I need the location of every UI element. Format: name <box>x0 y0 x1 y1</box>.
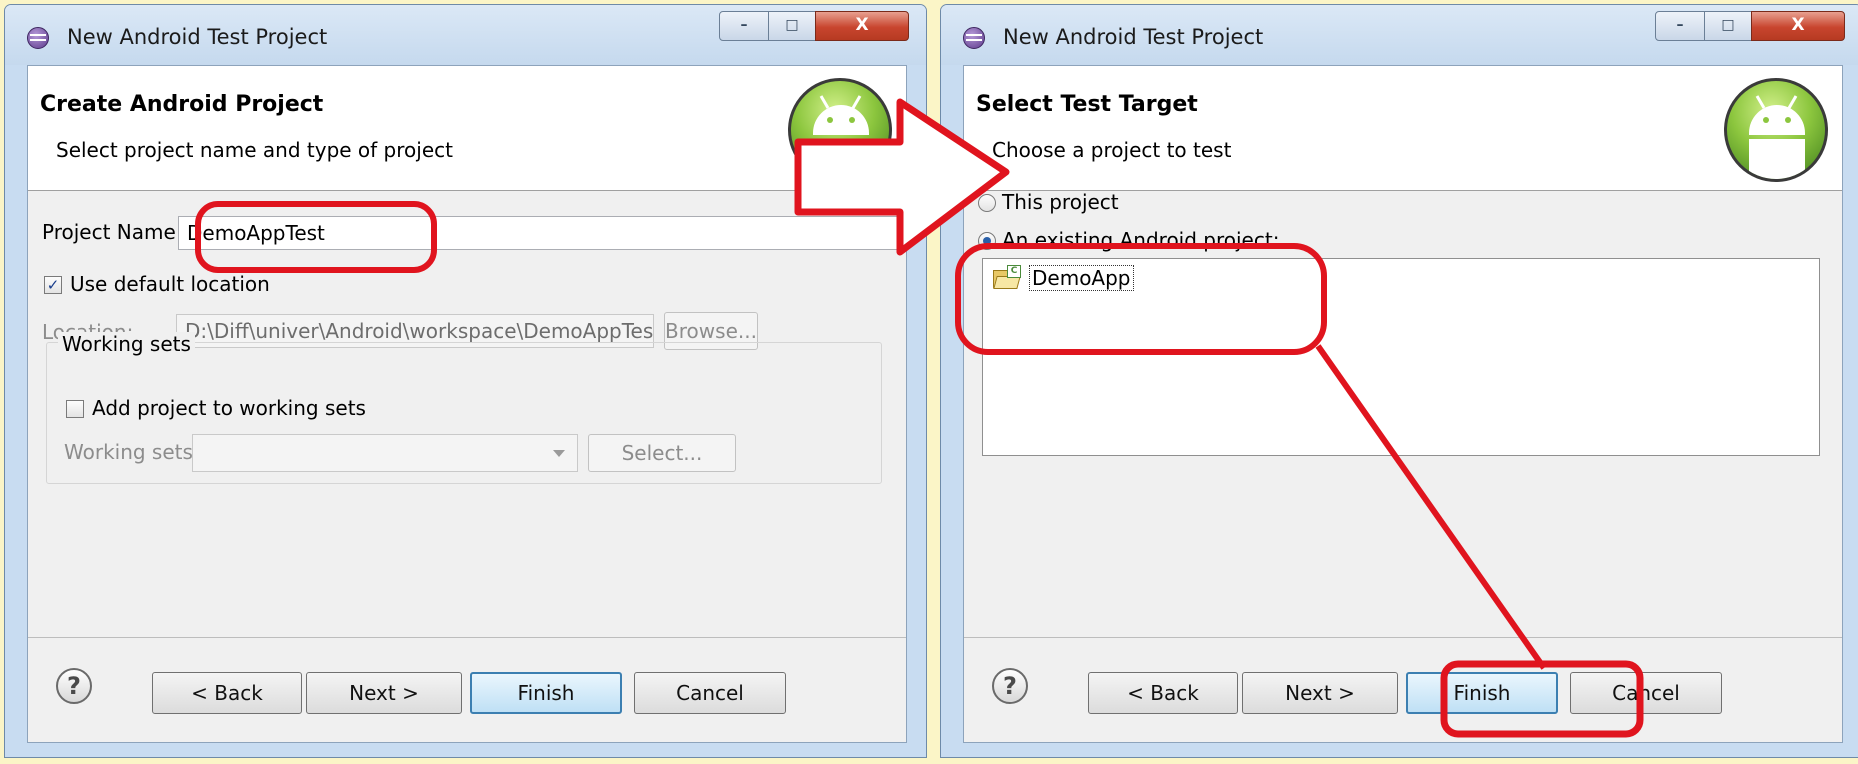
use-default-location-label: Use default location <box>70 272 270 296</box>
cancel-button[interactable]: Cancel <box>1570 672 1722 714</box>
window-title: New Android Test Project <box>1003 25 1264 49</box>
chevron-down-icon <box>553 450 565 457</box>
page-title: Create Android Project <box>40 92 324 117</box>
back-button[interactable]: < Back <box>152 672 302 714</box>
next-button[interactable]: Next > <box>1242 672 1398 714</box>
project-name-label: Project Name <box>42 220 176 244</box>
android-logo-icon <box>1724 78 1828 182</box>
minimize-button[interactable]: – <box>719 11 769 41</box>
android-project-folder-icon: C <box>993 265 1021 289</box>
this-project-radio[interactable] <box>978 194 996 212</box>
this-project-label: This project <box>1002 190 1119 214</box>
dialog-content: Select Test Target Choose a project to t… <box>963 65 1843 743</box>
cancel-button[interactable]: Cancel <box>634 672 786 714</box>
finish-button[interactable]: Finish <box>470 672 622 714</box>
maximize-button[interactable]: □ <box>768 11 816 41</box>
use-default-location-checkbox[interactable]: ✓ <box>44 276 62 294</box>
dialog-content: Create Android Project Select project na… <box>27 65 907 743</box>
select-button[interactable]: Select... <box>588 434 736 472</box>
eclipse-icon <box>963 27 985 49</box>
add-to-working-sets-label: Add project to working sets <box>92 396 366 420</box>
window-title: New Android Test Project <box>67 25 328 49</box>
list-item-label: DemoApp <box>1029 265 1134 291</box>
help-icon[interactable]: ? <box>992 668 1028 704</box>
working-sets-label: Working sets: <box>64 440 200 464</box>
android-logo-icon <box>788 78 892 182</box>
finish-button[interactable]: Finish <box>1406 672 1558 714</box>
existing-project-radio[interactable] <box>978 232 996 250</box>
title-bar[interactable]: New Android Test Project – □ X <box>941 5 1858 65</box>
working-sets-group-label: Working sets <box>58 332 195 356</box>
eclipse-icon <box>27 27 49 49</box>
next-button[interactable]: Next > <box>306 672 462 714</box>
back-button[interactable]: < Back <box>1088 672 1238 714</box>
page-subtitle: Choose a project to test <box>992 138 1232 162</box>
help-icon[interactable]: ? <box>56 668 92 704</box>
title-bar[interactable]: New Android Test Project – □ X <box>5 5 926 65</box>
add-to-working-sets-checkbox[interactable] <box>66 400 84 418</box>
minimize-button[interactable]: – <box>1655 11 1705 41</box>
wizard-header: Select Test Target Choose a project to t… <box>964 66 1842 191</box>
page-title: Select Test Target <box>976 92 1198 117</box>
existing-project-label: An existing Android project: <box>1002 228 1280 252</box>
wizard-footer: ? < Back Next > Finish Cancel <box>964 637 1842 742</box>
close-button[interactable]: X <box>1751 11 1845 41</box>
working-sets-combo[interactable] <box>192 434 578 472</box>
left-dialog-window: New Android Test Project – □ X Create An… <box>4 4 927 758</box>
project-list[interactable]: C DemoApp <box>982 258 1820 456</box>
page-subtitle: Select project name and type of project <box>56 138 453 162</box>
close-button[interactable]: X <box>815 11 909 41</box>
project-name-input[interactable]: DemoAppTest <box>178 216 906 250</box>
maximize-button[interactable]: □ <box>1704 11 1752 41</box>
right-dialog-window: New Android Test Project – □ X Select Te… <box>940 4 1858 758</box>
wizard-header: Create Android Project Select project na… <box>28 66 906 191</box>
wizard-footer: ? < Back Next > Finish Cancel <box>28 637 906 742</box>
